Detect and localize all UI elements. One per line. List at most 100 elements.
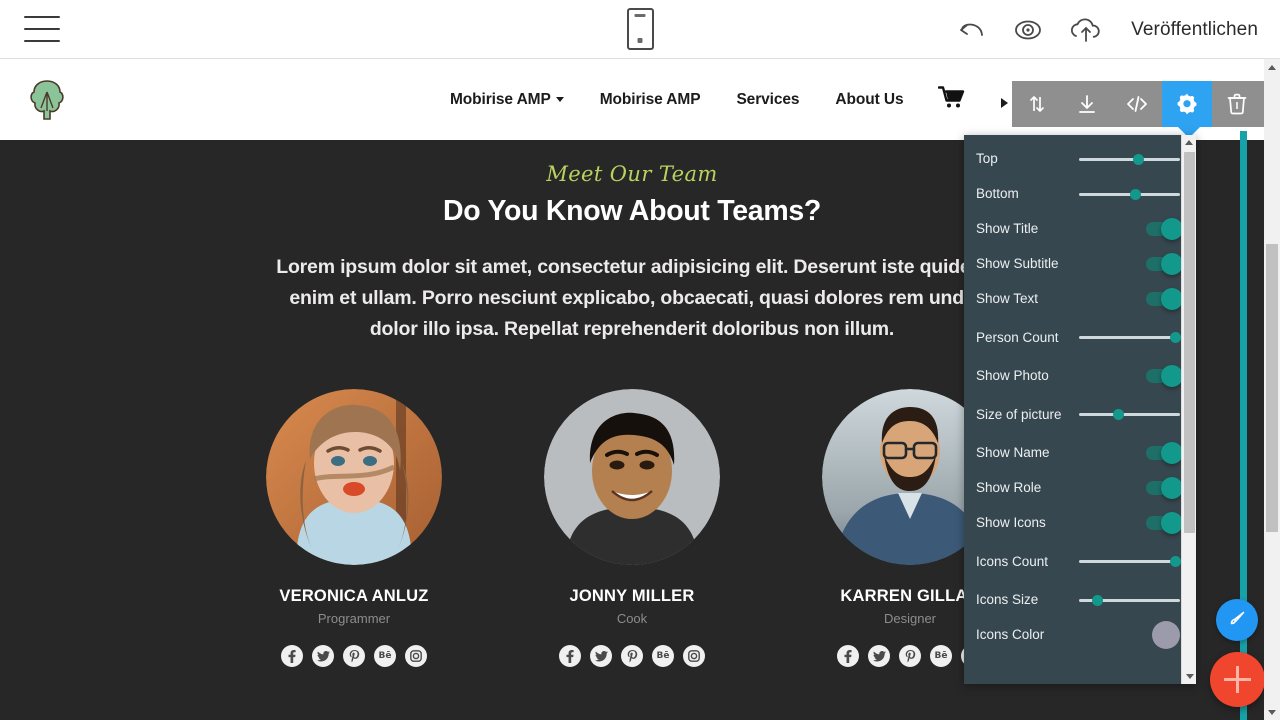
top-padding-slider[interactable] [1079, 152, 1180, 166]
scroll-up-arrow-icon[interactable] [1182, 135, 1196, 150]
setting-label: Icons Count [976, 553, 1049, 569]
nav-link-about-us[interactable]: About Us [835, 91, 903, 109]
theme-style-button[interactable] [1216, 599, 1258, 641]
show-role-toggle[interactable] [1146, 476, 1183, 499]
setting-label: Show Text [976, 291, 1039, 306]
twitter-icon[interactable] [590, 645, 612, 667]
app-header: Veröffentlichen [0, 0, 1280, 59]
pinterest-icon[interactable] [343, 645, 365, 667]
save-block-button[interactable] [1062, 81, 1112, 127]
setting-row-show-subtitle: Show Subtitle [964, 246, 1196, 281]
site-nav-links: Mobirise AMP Mobirise AMP Services About… [450, 91, 904, 109]
setting-row-icons-color: Icons Color [964, 617, 1196, 652]
member-social-links: Bē [256, 645, 452, 667]
setting-label: Show Title [976, 221, 1039, 236]
nav-link-label: Mobirise AMP [450, 90, 551, 108]
member-social-links: Bē [534, 645, 730, 667]
facebook-icon[interactable] [559, 645, 581, 667]
facebook-icon[interactable] [837, 645, 859, 667]
hamburger-menu-icon[interactable] [24, 16, 60, 42]
block-settings-button[interactable] [1162, 81, 1212, 127]
eye-preview-icon[interactable] [1011, 17, 1045, 43]
setting-label: Show Role [976, 480, 1042, 495]
show-photo-toggle[interactable] [1146, 364, 1183, 387]
setting-row-icons-count: Icons Count [964, 540, 1196, 582]
setting-row-person-count: Person Count [964, 316, 1196, 358]
app-header-actions: Veröffentlichen [955, 0, 1258, 59]
setting-row-bottom: Bottom [964, 176, 1196, 211]
behance-icon[interactable]: Bē [374, 645, 396, 667]
toolbar-pointer-icon [1001, 98, 1008, 108]
setting-row-icons-size: Icons Size [964, 582, 1196, 617]
mobile-device-icon[interactable] [623, 8, 657, 52]
setting-label: Icons Size [976, 592, 1039, 607]
instagram-icon[interactable] [405, 645, 427, 667]
setting-row-show-icons: Show Icons [964, 505, 1196, 540]
setting-label: Bottom [976, 186, 1019, 201]
person-count-slider[interactable] [1079, 330, 1181, 344]
setting-label: Size of picture [976, 406, 1062, 422]
avatar [266, 389, 442, 565]
team-member-card[interactable]: JONNY MILLER Cook Bē [534, 389, 730, 667]
block-toolbar [1012, 81, 1264, 127]
setting-label: Show Photo [976, 368, 1049, 383]
browser-scroll-thumb[interactable] [1266, 244, 1278, 532]
behance-icon[interactable]: Bē [652, 645, 674, 667]
pinterest-icon[interactable] [899, 645, 921, 667]
behance-icon[interactable]: Bē [930, 645, 952, 667]
shopping-cart-icon[interactable] [937, 85, 966, 114]
cloud-upload-icon[interactable] [1067, 15, 1107, 45]
member-name: VERONICA ANLUZ [279, 587, 429, 605]
twitter-icon[interactable] [868, 645, 890, 667]
settings-list: Top Bottom Show Title Show Subtitle Show… [964, 135, 1196, 652]
bottom-padding-slider[interactable] [1079, 187, 1180, 201]
publish-button[interactable]: Veröffentlichen [1131, 19, 1258, 41]
chevron-down-icon [555, 96, 564, 102]
setting-row-show-role: Show Role [964, 470, 1196, 505]
icons-count-slider[interactable] [1079, 554, 1181, 568]
member-role: Cook [616, 611, 648, 626]
show-subtitle-toggle[interactable] [1146, 252, 1183, 275]
nav-link-mobirise-amp-dropdown[interactable]: Mobirise AMP [450, 91, 564, 109]
show-name-toggle[interactable] [1146, 441, 1183, 464]
icons-color-swatch[interactable] [1152, 620, 1180, 649]
instagram-icon[interactable] [683, 645, 705, 667]
member-name: JONNY MILLER [569, 587, 695, 605]
team-member-card[interactable]: VERONICA ANLUZ Programmer Bē [256, 389, 452, 667]
setting-row-show-text: Show Text [964, 281, 1196, 316]
settings-panel-scrollbar[interactable] [1181, 135, 1196, 684]
setting-row-size-of-picture: Size of picture [964, 393, 1196, 435]
setting-row-show-name: Show Name [964, 435, 1196, 470]
browser-scroll-down-icon[interactable] [1264, 704, 1280, 720]
add-block-button[interactable] [1210, 652, 1265, 707]
delete-block-button[interactable] [1212, 81, 1262, 127]
show-title-toggle[interactable] [1146, 217, 1183, 240]
undo-icon[interactable] [955, 17, 989, 43]
setting-label: Show Icons [976, 515, 1046, 530]
browser-scroll-up-icon[interactable] [1264, 59, 1280, 75]
move-block-button[interactable] [1012, 81, 1062, 127]
show-icons-toggle[interactable] [1146, 511, 1183, 534]
setting-label: Show Subtitle [976, 256, 1059, 271]
tree-logo-icon[interactable] [26, 78, 68, 122]
scroll-down-arrow-icon[interactable] [1182, 669, 1196, 684]
setting-label: Icons Color [976, 627, 1045, 642]
icons-size-slider[interactable] [1079, 593, 1180, 607]
twitter-icon[interactable] [312, 645, 334, 667]
member-role: Programmer [317, 611, 391, 626]
setting-label: Show Name [976, 445, 1050, 460]
nav-link-mobirise-amp[interactable]: Mobirise AMP [600, 91, 701, 109]
pinterest-icon[interactable] [621, 645, 643, 667]
picture-size-slider[interactable] [1079, 407, 1180, 421]
facebook-icon[interactable] [281, 645, 303, 667]
settings-panel-scroll-thumb[interactable] [1184, 152, 1195, 533]
setting-row-top: Top [964, 141, 1196, 176]
browser-scrollbar[interactable] [1264, 59, 1280, 720]
show-text-toggle[interactable] [1146, 287, 1183, 310]
avatar [544, 389, 720, 565]
setting-label: Person Count [976, 329, 1059, 345]
edit-code-button[interactable] [1112, 81, 1162, 127]
setting-row-show-title: Show Title [964, 211, 1196, 246]
setting-row-show-photo: Show Photo [964, 358, 1196, 393]
nav-link-services[interactable]: Services [736, 91, 799, 109]
